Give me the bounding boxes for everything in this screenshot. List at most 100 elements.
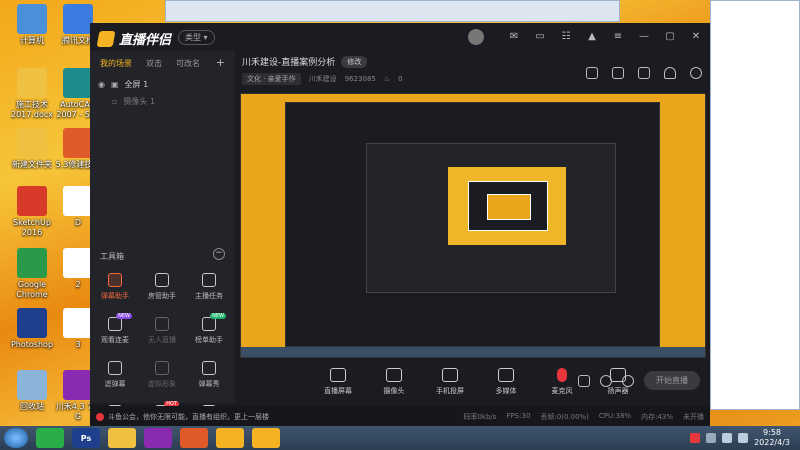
tab-my-scenes[interactable]: 我的场景 bbox=[100, 58, 132, 69]
status-bar: 斗鱼公会，他你无限可能，直播有组织，更上一层楼 码率0kb/s FPS:30 丢帧:… bbox=[90, 406, 710, 428]
explorer-icon[interactable] bbox=[108, 428, 136, 448]
desktop-icon-label: 新建文件夹 bbox=[12, 160, 52, 169]
pdf-icon bbox=[63, 248, 93, 278]
lock-icon[interactable]: ▣ bbox=[111, 80, 119, 89]
start-button[interactable] bbox=[4, 428, 28, 448]
gift-icon[interactable] bbox=[586, 67, 598, 79]
box-icon[interactable] bbox=[638, 67, 650, 79]
action-media[interactable]: 多媒体 bbox=[488, 368, 524, 396]
sketchup-icon bbox=[17, 186, 47, 216]
message-icon[interactable]: ▭ bbox=[534, 31, 546, 43]
go-live-button[interactable]: 开始直播 bbox=[644, 371, 700, 390]
app-name: 直播伴侣 bbox=[119, 33, 172, 48]
app-icon bbox=[63, 128, 93, 158]
share-icon[interactable] bbox=[690, 67, 702, 79]
tool-label: 房管助手 bbox=[148, 292, 176, 300]
tool-label: 主播任务 bbox=[195, 292, 223, 300]
scene-item[interactable]: ▫ 摄像头 1 bbox=[90, 93, 235, 110]
winrar-icon[interactable] bbox=[144, 428, 172, 448]
volume-icon[interactable] bbox=[738, 433, 749, 443]
heat-icon: ♨ bbox=[383, 75, 391, 83]
link-icon bbox=[108, 317, 122, 331]
danmu-icon bbox=[108, 273, 122, 287]
preview-nested-window bbox=[366, 143, 616, 293]
stream-preview[interactable] bbox=[240, 93, 706, 358]
tool-rank[interactable]: NEW 榜单助手 bbox=[186, 313, 232, 345]
record-icon[interactable] bbox=[578, 374, 590, 387]
rank-icon bbox=[202, 317, 216, 331]
tool-manager[interactable]: 房管助手 bbox=[139, 273, 185, 301]
tool-link[interactable]: NEW 观看连麦 bbox=[92, 313, 138, 345]
minimize-icon[interactable]: — bbox=[638, 31, 650, 43]
tool-download[interactable]: 虚拟形象 bbox=[139, 361, 185, 389]
background-window-right[interactable] bbox=[710, 0, 800, 410]
bell-icon[interactable] bbox=[664, 67, 676, 79]
type-selector[interactable]: 类型 ▾ bbox=[178, 30, 215, 45]
desktop-icon[interactable]: 新建文件夹 bbox=[6, 128, 58, 170]
keyboard-icon[interactable] bbox=[706, 433, 717, 443]
notice[interactable]: 斗鱼公会，他你无限可能，直播有组织，更上一层楼 bbox=[96, 412, 269, 422]
scene-item[interactable]: ◉ ▣ 全屏 1 bbox=[90, 76, 235, 93]
desktop-icon[interactable]: Photoshop bbox=[6, 308, 58, 350]
action-label: 直播屏幕 bbox=[324, 387, 352, 395]
desktop-icon[interactable]: 回收站 bbox=[6, 370, 58, 412]
room-title: 川禾建设-直播案例分析 bbox=[242, 58, 336, 68]
action-microphone[interactable]: 麦克风 bbox=[544, 368, 580, 396]
avatar[interactable] bbox=[468, 29, 484, 45]
sogou-icon[interactable] bbox=[690, 433, 701, 443]
live-companion-icon[interactable] bbox=[216, 428, 244, 448]
stat-item: 丢帧:0(0.00%) bbox=[540, 413, 589, 421]
stat-item: CPU:38% bbox=[598, 412, 632, 420]
media-icon bbox=[498, 368, 514, 382]
notice-text: 斗鱼公会，他你无限可能，直播有组织，更上一层楼 bbox=[108, 413, 269, 421]
notice-icon bbox=[96, 413, 104, 421]
close-icon[interactable]: ✕ bbox=[690, 31, 702, 43]
photoshop-icon[interactable]: Ps bbox=[72, 428, 100, 448]
wps-icon[interactable] bbox=[180, 428, 208, 448]
tab-rename[interactable]: 可改名 bbox=[176, 58, 200, 69]
titlebar-controls: ✉ ▭ ☷ ▲ ≡ — ▢ ✕ bbox=[468, 29, 702, 45]
desktop-icon[interactable]: SketchUp 2016 bbox=[6, 186, 58, 238]
mail-icon[interactable]: ✉ bbox=[508, 31, 520, 43]
tool-download[interactable]: 无人直播 bbox=[139, 317, 185, 345]
phone-icon bbox=[442, 368, 458, 382]
live-companion-icon[interactable] bbox=[252, 428, 280, 448]
action-phone[interactable]: 手机投屏 bbox=[432, 368, 468, 396]
title-bar[interactable]: 直播伴侣 类型 ▾ ✉ ▭ ☷ ▲ ≡ — ▢ ✕ bbox=[90, 23, 710, 51]
edit-button[interactable]: 修改 bbox=[341, 55, 368, 68]
action-camera[interactable]: 摄像头 bbox=[376, 368, 412, 396]
tab-double-click[interactable]: 双击 bbox=[146, 58, 162, 69]
menu-icon[interactable]: ≡ bbox=[612, 31, 624, 43]
network-icon[interactable] bbox=[722, 433, 733, 443]
feedback-icon[interactable]: ☷ bbox=[560, 31, 572, 43]
category-pill[interactable]: 文化 · 亲爱手作 bbox=[242, 73, 301, 85]
tool-tv[interactable]: 弹幕秀 bbox=[186, 361, 232, 389]
settings-icon[interactable] bbox=[622, 374, 634, 387]
clock-date: 2022/4/3 bbox=[754, 438, 790, 447]
task-icon bbox=[202, 273, 216, 287]
eye-icon[interactable]: ◉ bbox=[98, 80, 105, 89]
preview-toggle-icon[interactable] bbox=[600, 374, 612, 387]
desktop-icon[interactable]: Google Chrome bbox=[6, 248, 58, 300]
collapse-icon[interactable]: − bbox=[213, 248, 225, 260]
background-window[interactable] bbox=[165, 0, 620, 22]
tool-task[interactable]: 主播任务 bbox=[186, 273, 232, 301]
tool-danmu[interactable]: 弹幕助手 bbox=[92, 273, 138, 301]
action-screen[interactable]: 直播屏幕 bbox=[320, 368, 356, 396]
tv-icon bbox=[202, 361, 216, 375]
action-label: 麦克风 bbox=[551, 387, 573, 395]
unlock-icon[interactable] bbox=[612, 67, 624, 79]
tool-filter[interactable]: 滤弹幕 bbox=[92, 361, 138, 389]
live-companion-window[interactable]: 直播伴侣 类型 ▾ ✉ ▭ ☷ ▲ ≡ — ▢ ✕ 我的场景 双击 可改名 + … bbox=[90, 23, 710, 428]
desktop-icon[interactable]: 施工技术2017.docx bbox=[6, 68, 58, 120]
shirt-icon[interactable]: ▲ bbox=[586, 31, 598, 43]
maximize-icon[interactable]: ▢ bbox=[664, 31, 676, 43]
desktop-icon[interactable]: 计算机 bbox=[6, 4, 58, 46]
screen-icon bbox=[330, 368, 346, 382]
clock[interactable]: 9:58 2022/4/3 bbox=[754, 428, 790, 448]
camera-icon bbox=[386, 368, 402, 382]
preview-taskbar bbox=[241, 347, 705, 357]
desktop-icon-label: 回收站 bbox=[20, 402, 44, 411]
wechat-icon[interactable] bbox=[36, 428, 64, 448]
add-scene-icon[interactable]: + bbox=[216, 57, 225, 69]
